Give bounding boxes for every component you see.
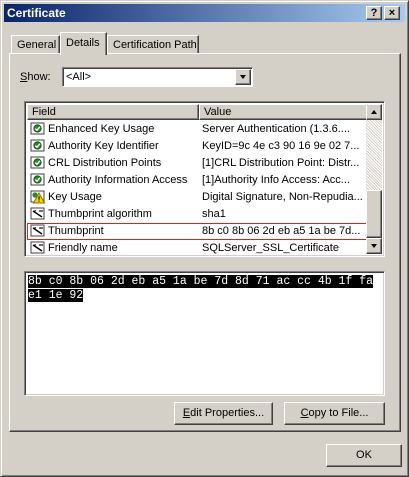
show-filter-value: <All> <box>66 71 92 83</box>
field-value-text: 8b c0 8b 06 2d eb a5 1a be 7d 8d 71 ac c… <box>28 275 382 303</box>
certificate-extension-icon <box>30 173 46 187</box>
close-button[interactable]: × <box>384 6 400 20</box>
field-value: KeyID=9c 4e c3 90 16 9e 02 7... <box>202 140 360 152</box>
window-title: Certificate <box>7 6 66 20</box>
field-name: Enhanced Key Usage <box>48 123 155 135</box>
tab-general[interactable]: General <box>11 35 60 54</box>
field-value: Digital Signature, Non-Repudia... <box>202 191 363 203</box>
dropdown-button[interactable] <box>235 69 251 85</box>
fields-list[interactable]: Field Value Enhanced Key Usage Server Aut… <box>24 101 385 257</box>
scroll-down-button[interactable] <box>366 238 382 254</box>
selected-text: 8b c0 8b 06 2d eb a5 1a be 7d 8d 71 ac c… <box>28 275 374 302</box>
tab-details[interactable]: Details <box>60 32 107 55</box>
list-item[interactable]: Enhanced Key Usage Server Authentication … <box>27 121 368 138</box>
chevron-down-icon <box>240 75 246 79</box>
list-item[interactable]: Authority Information Access [1]Authority… <box>27 172 368 189</box>
field-name: CRL Distribution Points <box>48 157 162 169</box>
property-icon <box>30 241 46 255</box>
ok-button[interactable]: OK <box>326 444 402 467</box>
list-header: Field Value <box>27 104 368 120</box>
copy-to-file-button[interactable]: Copy to File... <box>284 402 385 425</box>
field-value: 8b c0 8b 06 2d eb a5 1a be 7d... <box>202 225 361 237</box>
title-bar[interactable]: Certificate ? × <box>4 4 405 22</box>
property-icon <box>30 207 46 221</box>
vertical-scrollbar[interactable] <box>366 104 382 254</box>
arrow-up-icon <box>371 110 377 114</box>
show-label: Show: <box>20 71 51 83</box>
field-value: Server Authentication (1.3.6.... <box>202 123 350 135</box>
field-value: [1]Authority Info Access: Acc... <box>202 174 350 186</box>
field-name: Authority Information Access <box>48 174 188 186</box>
list-item-selected[interactable]: Thumbprint 8b c0 8b 06 2d eb a5 1a be 7d.… <box>27 223 368 240</box>
tab-certification-path[interactable]: Certification Path <box>107 35 199 54</box>
help-button[interactable]: ? <box>366 6 382 20</box>
property-icon <box>30 224 46 238</box>
field-name: Thumbprint <box>48 225 104 237</box>
scroll-up-button[interactable] <box>366 104 382 120</box>
column-header-value[interactable]: Value <box>199 104 368 120</box>
field-value: SQLServer_SSL_Certificate <box>202 242 339 254</box>
field-value: [1]CRL Distribution Point: Distr... <box>202 157 360 169</box>
certificate-extension-icon <box>30 156 46 170</box>
show-filter-select[interactable]: <All> <box>62 67 253 87</box>
column-header-field[interactable]: Field <box>27 104 199 120</box>
field-value: sha1 <box>202 208 226 220</box>
field-name: Thumbprint algorithm <box>48 208 152 220</box>
scroll-thumb[interactable] <box>366 190 382 238</box>
list-item[interactable]: Friendly name SQLServer_SSL_Certificate <box>27 240 368 256</box>
critical-extension-warning-icon <box>30 190 46 204</box>
list-item[interactable]: Thumbprint algorithm sha1 <box>27 206 368 223</box>
certificate-dialog: Certificate ? × General Details Certific… <box>0 0 409 477</box>
list-item[interactable]: Key Usage Digital Signature, Non-Repudia.… <box>27 189 368 206</box>
arrow-down-icon <box>371 244 377 248</box>
list-item[interactable]: CRL Distribution Points [1]CRL Distributi… <box>27 155 368 172</box>
edit-properties-button[interactable]: Edit Properties... <box>174 402 273 425</box>
field-name: Friendly name <box>48 242 118 254</box>
list-item[interactable]: Authority Key Identifier KeyID=9c 4e c3 9… <box>27 138 368 155</box>
field-name: Key Usage <box>48 191 102 203</box>
field-value-textbox[interactable]: 8b c0 8b 06 2d eb a5 1a be 7d 8d 71 ac c… <box>24 271 385 396</box>
certificate-extension-icon <box>30 139 46 153</box>
tab-strip: General Details Certification Path <box>9 32 404 55</box>
certificate-extension-icon <box>30 122 46 136</box>
field-name: Authority Key Identifier <box>48 140 159 152</box>
